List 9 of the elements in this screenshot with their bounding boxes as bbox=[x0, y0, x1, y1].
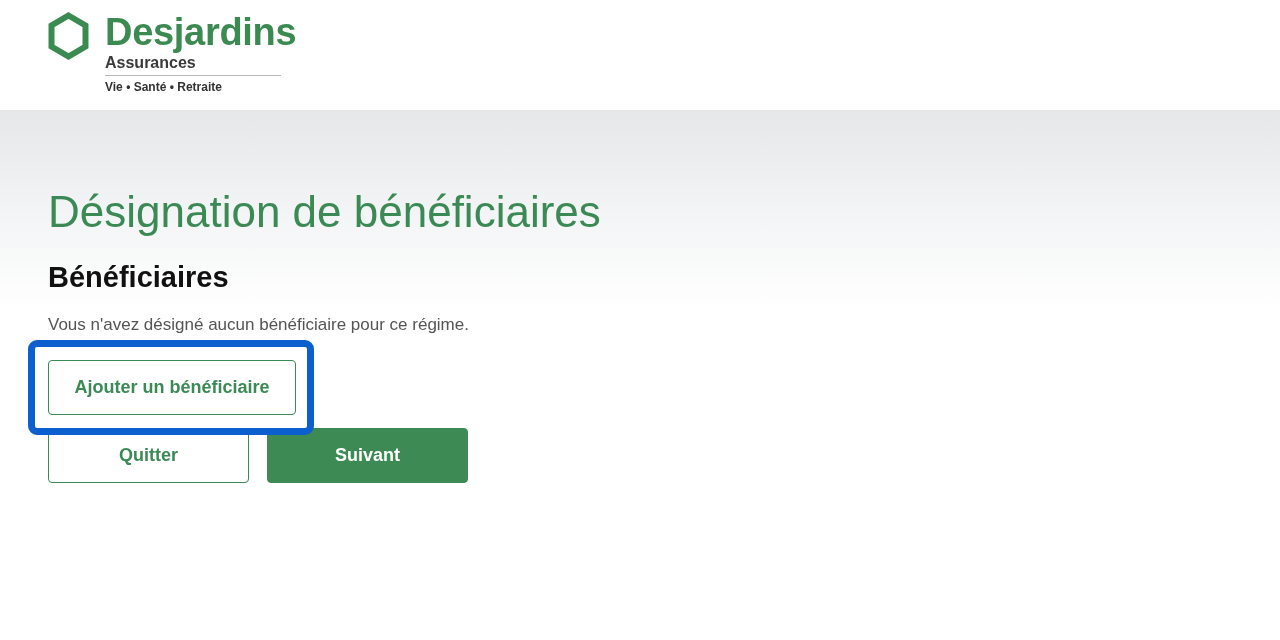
next-button[interactable]: Suivant bbox=[267, 428, 468, 483]
division-name: Assurances bbox=[105, 53, 196, 73]
hexagon-icon bbox=[48, 12, 89, 60]
empty-message: Vous n'avez désigné aucun bénéficiaire pour ce régime. bbox=[48, 314, 470, 336]
page-title: Désignation de bénéficiaires bbox=[48, 186, 602, 238]
section-heading: Bénéficiaires bbox=[48, 260, 230, 294]
brand-name: Desjardins bbox=[105, 10, 297, 54]
add-beneficiary-button[interactable]: Ajouter un bénéficiaire bbox=[48, 360, 296, 415]
tagline: Vie • Santé • Retraite bbox=[105, 80, 222, 95]
